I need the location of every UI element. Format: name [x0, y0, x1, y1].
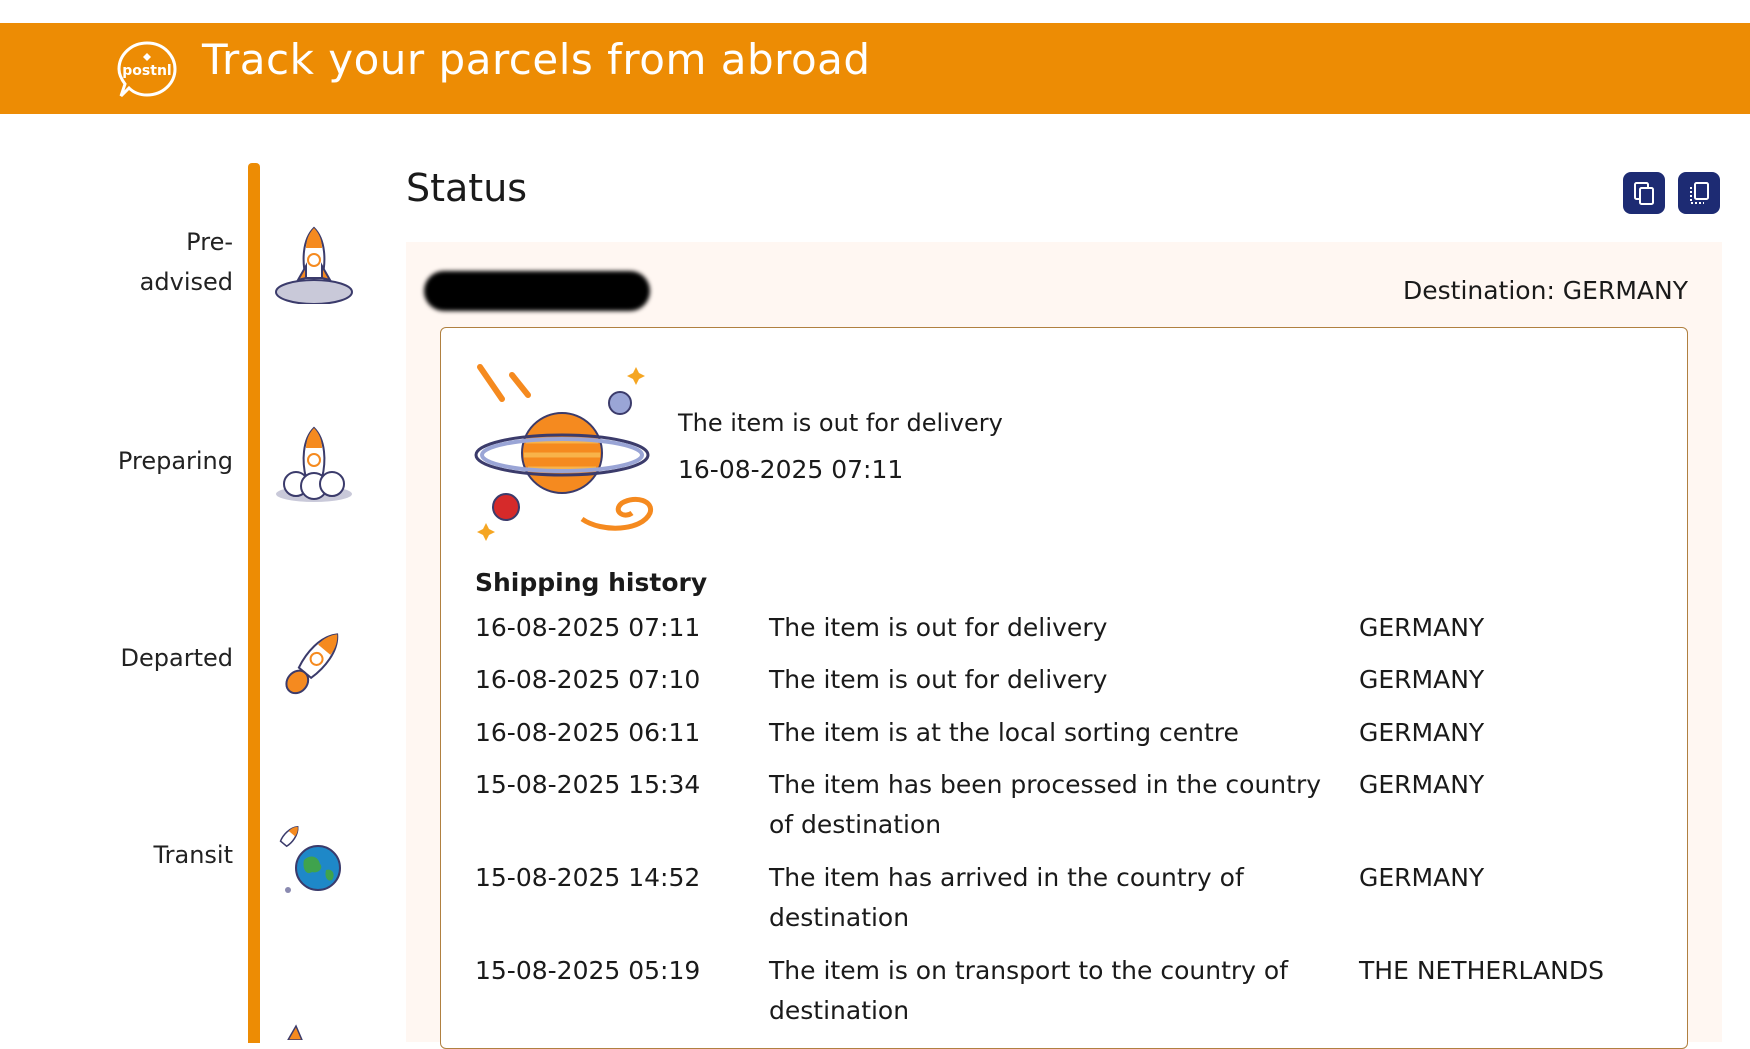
current-status-time: 16-08-2025 07:11: [678, 455, 904, 484]
history-description: The item has been processed in the count…: [769, 770, 1322, 839]
history-country: GERMANY: [1359, 770, 1485, 799]
copy-icon: [1634, 182, 1654, 205]
history-description: The item has arrived in the country of d…: [769, 863, 1244, 932]
step-label-departed: Departed: [121, 638, 233, 678]
step-label-transit: Transit: [154, 835, 234, 875]
shipping-history-heading: Shipping history: [475, 568, 708, 597]
history-country: GERMANY: [1359, 718, 1485, 747]
history-description: The item is out for delivery: [769, 613, 1108, 642]
step-label-preparing: Preparing: [118, 441, 233, 481]
step-label-line: Pre-: [186, 228, 233, 256]
svg-text:postnl: postnl: [122, 63, 171, 79]
history-country: GERMANY: [1359, 863, 1485, 892]
history-description: The item is out for delivery: [769, 665, 1108, 694]
page-title: Track your parcels from abroad: [202, 35, 871, 84]
history-country: GERMANY: [1359, 665, 1485, 694]
share-icon: [1690, 182, 1709, 204]
history-description: The item is on transport to the country …: [769, 956, 1289, 1025]
history-date: 15-08-2025 15:34: [475, 770, 701, 799]
step-label-line: Preparing: [117, 447, 233, 475]
step-label-line: Transit: [153, 841, 234, 869]
step-label-pre-advised: Pre- advised: [140, 222, 233, 302]
planet-icon: [474, 364, 654, 541]
history-description: The item is at the local sorting centre: [769, 718, 1239, 747]
copy-button[interactable]: [1623, 172, 1665, 214]
redacted-tracking-number: [424, 271, 650, 311]
destination-label: Destination: GERMANY: [1402, 276, 1688, 305]
history-date: 15-08-2025 05:19: [475, 956, 701, 985]
step-label-line: advised: [139, 268, 233, 296]
history-country: THE NETHERLANDS: [1359, 956, 1604, 985]
postnl-logo-icon[interactable]: postnl: [117, 39, 177, 99]
history-date: 16-08-2025 07:10: [475, 665, 701, 694]
progress-timeline-bar: [248, 163, 260, 1043]
history-country: GERMANY: [1359, 613, 1485, 642]
top-banner: postnl Track your parcels from abroad: [0, 23, 1750, 114]
step-label-line: Departed: [120, 644, 233, 672]
status-heading: Status: [406, 166, 528, 210]
rocket-flying-icon: [285, 633, 339, 695]
rocket-cloud-icon: [276, 426, 352, 502]
share-button[interactable]: [1678, 172, 1720, 214]
history-date: 15-08-2025 14:52: [475, 863, 701, 892]
current-status-text: The item is out for delivery: [678, 409, 1003, 437]
rocket-moon-icon: [275, 226, 353, 304]
earth-rocket-icon: [279, 825, 341, 893]
history-date: 16-08-2025 07:11: [475, 613, 701, 642]
history-date: 16-08-2025 06:11: [475, 718, 701, 747]
rocket-partial-icon: [287, 1024, 303, 1040]
